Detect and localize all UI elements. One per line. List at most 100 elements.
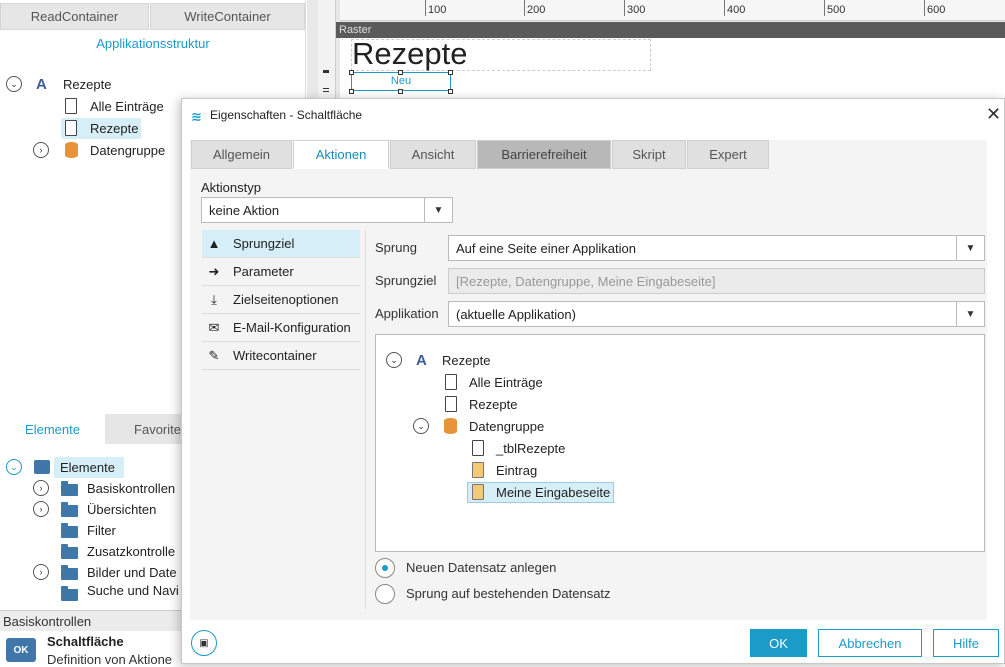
dialog-app-icon: ≋	[191, 109, 202, 124]
section-title: Applikationsstruktur	[96, 36, 210, 51]
radio-existing-record[interactable]	[375, 584, 395, 604]
database-icon	[65, 142, 78, 158]
tab-skript[interactable]: Skript	[612, 140, 686, 169]
target-tree-alle-eintraege[interactable]: Alle Einträge	[469, 371, 543, 393]
elements-item-bilder[interactable]: Bilder und Date	[87, 561, 177, 583]
elements-item-basiskontrollen[interactable]: Basiskontrollen	[87, 477, 175, 499]
folder-icon	[61, 502, 78, 517]
chevron-down-icon[interactable]: ▼	[956, 236, 984, 260]
expand-icon[interactable]: ›	[33, 480, 49, 496]
sprung-select[interactable]: Auf eine Seite einer Applikation ▼	[448, 235, 985, 261]
ruler-tick: 600	[923, 0, 946, 16]
tree-item-datengruppe[interactable]: Datengruppe	[90, 139, 165, 161]
elements-item-suche[interactable]: Suche und Navi	[87, 582, 179, 598]
properties-dialog: ≋ Eigenschaften - Schaltfläche ✕ Allgeme…	[181, 98, 1005, 664]
resize-handle[interactable]	[448, 89, 453, 94]
target-tree-datengruppe[interactable]: Datengruppe	[469, 415, 544, 437]
dialog-title: Eigenschaften - Schaltfläche	[210, 108, 363, 122]
tree-root-rezepte[interactable]: Rezepte	[63, 73, 111, 95]
target-tree-tblrezepte[interactable]: _tblRezepte	[496, 437, 565, 459]
arrow-right-icon: ➜	[208, 263, 220, 279]
ok-button-icon: OK	[6, 638, 36, 662]
chevron-down-icon[interactable]: ▼	[424, 198, 452, 222]
elements-item-zusatzkontrollen[interactable]: Zusatzkontrolle	[87, 540, 175, 562]
ruler-marker	[323, 91, 329, 92]
side-item-writecontainer[interactable]: ✎ Writecontainer	[202, 342, 360, 369]
tab-ansicht[interactable]: Ansicht	[390, 140, 476, 169]
ruler-tick: 500	[823, 0, 846, 16]
elements-box-icon	[34, 460, 50, 474]
sprung-label: Sprung	[375, 240, 417, 255]
tab-aktionen[interactable]: Aktionen	[293, 140, 389, 169]
side-item-parameter[interactable]: ➜ Parameter	[202, 258, 360, 285]
collapse-icon[interactable]: ⌄	[386, 352, 402, 368]
page-icon	[445, 374, 457, 390]
envelope-icon: ✉	[208, 319, 220, 335]
side-item-email[interactable]: ✉ E-Mail-Konfiguration	[202, 314, 360, 341]
aktionstyp-value: keine Aktion	[209, 202, 280, 218]
ruler-marker	[323, 88, 329, 89]
applikation-value: (aktuelle Applikation)	[456, 306, 576, 322]
chevron-down-icon[interactable]: ▼	[956, 302, 984, 326]
sprungziel-label: Sprungziel	[375, 273, 437, 288]
side-item-label: Parameter	[233, 264, 294, 279]
tab-favoriten[interactable]: Favorite	[105, 414, 181, 444]
side-item-sprungziel[interactable]: ▲ Sprungziel	[202, 230, 360, 257]
tab-elemente[interactable]: Elemente	[0, 414, 105, 444]
resize-handle[interactable]	[398, 89, 403, 94]
expand-icon[interactable]: ›	[33, 564, 49, 580]
ruler-tick: 400	[723, 0, 746, 16]
table-icon	[472, 440, 484, 456]
ruler-tick: 100	[424, 0, 447, 16]
ruler-tick: 200	[523, 0, 546, 16]
radio-existing-record-label: Sprung auf bestehenden Datensatz	[406, 586, 611, 601]
page-icon	[65, 98, 77, 114]
resize-handle[interactable]	[349, 70, 354, 75]
ruler-tick: 300	[623, 0, 646, 16]
resize-handle[interactable]	[349, 89, 354, 94]
applikation-label: Applikation	[375, 306, 439, 321]
target-tree-meine-eingabeseite[interactable]: Meine Eingabeseite	[496, 481, 610, 503]
tab-readcontainer[interactable]: ReadContainer	[0, 3, 149, 30]
elements-item-filter[interactable]: Filter	[87, 519, 116, 541]
target-tree-eintrag[interactable]: Eintrag	[496, 459, 537, 481]
elements-root[interactable]: Elemente	[60, 456, 115, 478]
aktionstyp-label: Aktionstyp	[201, 180, 261, 195]
tab-allgemein[interactable]: Allgemein	[191, 140, 292, 169]
close-icon[interactable]: ✕	[986, 104, 1001, 125]
expand-icon[interactable]: ›	[33, 501, 49, 517]
tree-item-alle-eintraege[interactable]: Alle Einträge	[90, 95, 164, 117]
collapse-icon[interactable]: ⌄	[6, 459, 22, 475]
side-item-label: Writecontainer	[233, 348, 317, 363]
resize-handle[interactable]	[398, 70, 403, 75]
folder-icon	[61, 586, 78, 601]
info-description: Definition von Aktione	[47, 652, 173, 667]
tab-writecontainer[interactable]: WriteContainer	[150, 3, 305, 30]
sprungziel-value: [Rezepte, Datengruppe, Meine Eingabeseit…	[456, 273, 716, 289]
radio-dot	[382, 565, 388, 571]
radio-new-record-label: Neuen Datensatz anlegen	[406, 560, 557, 575]
help-button[interactable]: Hilfe	[933, 629, 999, 657]
target-tree-root[interactable]: Rezepte	[442, 349, 490, 371]
tab-barrierefreiheit[interactable]: Barrierefreiheit	[477, 140, 611, 169]
target-tree-rezepte[interactable]: Rezepte	[469, 393, 517, 415]
canvas-heading[interactable]: Rezepte	[352, 36, 467, 72]
vertical-ruler	[318, 0, 336, 100]
layout-toggle-icon[interactable]: ▣	[191, 630, 217, 656]
collapse-icon[interactable]: ⌄	[413, 418, 429, 434]
ok-button[interactable]: OK	[750, 629, 807, 657]
elements-item-uebersichten[interactable]: Übersichten	[87, 498, 156, 520]
expand-icon[interactable]: ›	[33, 142, 49, 158]
folder-icon	[61, 481, 78, 496]
applikation-select[interactable]: (aktuelle Applikation) ▼	[448, 301, 985, 327]
cancel-button[interactable]: Abbrechen	[818, 629, 922, 657]
side-item-zielseitenoptionen[interactable]: ⤓ Zielseitenoptionen	[202, 286, 360, 313]
record-icon	[472, 462, 484, 478]
page-icon	[65, 120, 77, 136]
aktionstyp-select[interactable]: keine Aktion ▼	[201, 197, 453, 223]
resize-handle[interactable]	[448, 70, 453, 75]
tree-item-rezepte[interactable]: Rezepte	[90, 117, 138, 139]
tab-expert[interactable]: Expert	[687, 140, 769, 169]
app-icon: A	[36, 76, 47, 93]
collapse-icon[interactable]: ⌄	[6, 76, 22, 92]
